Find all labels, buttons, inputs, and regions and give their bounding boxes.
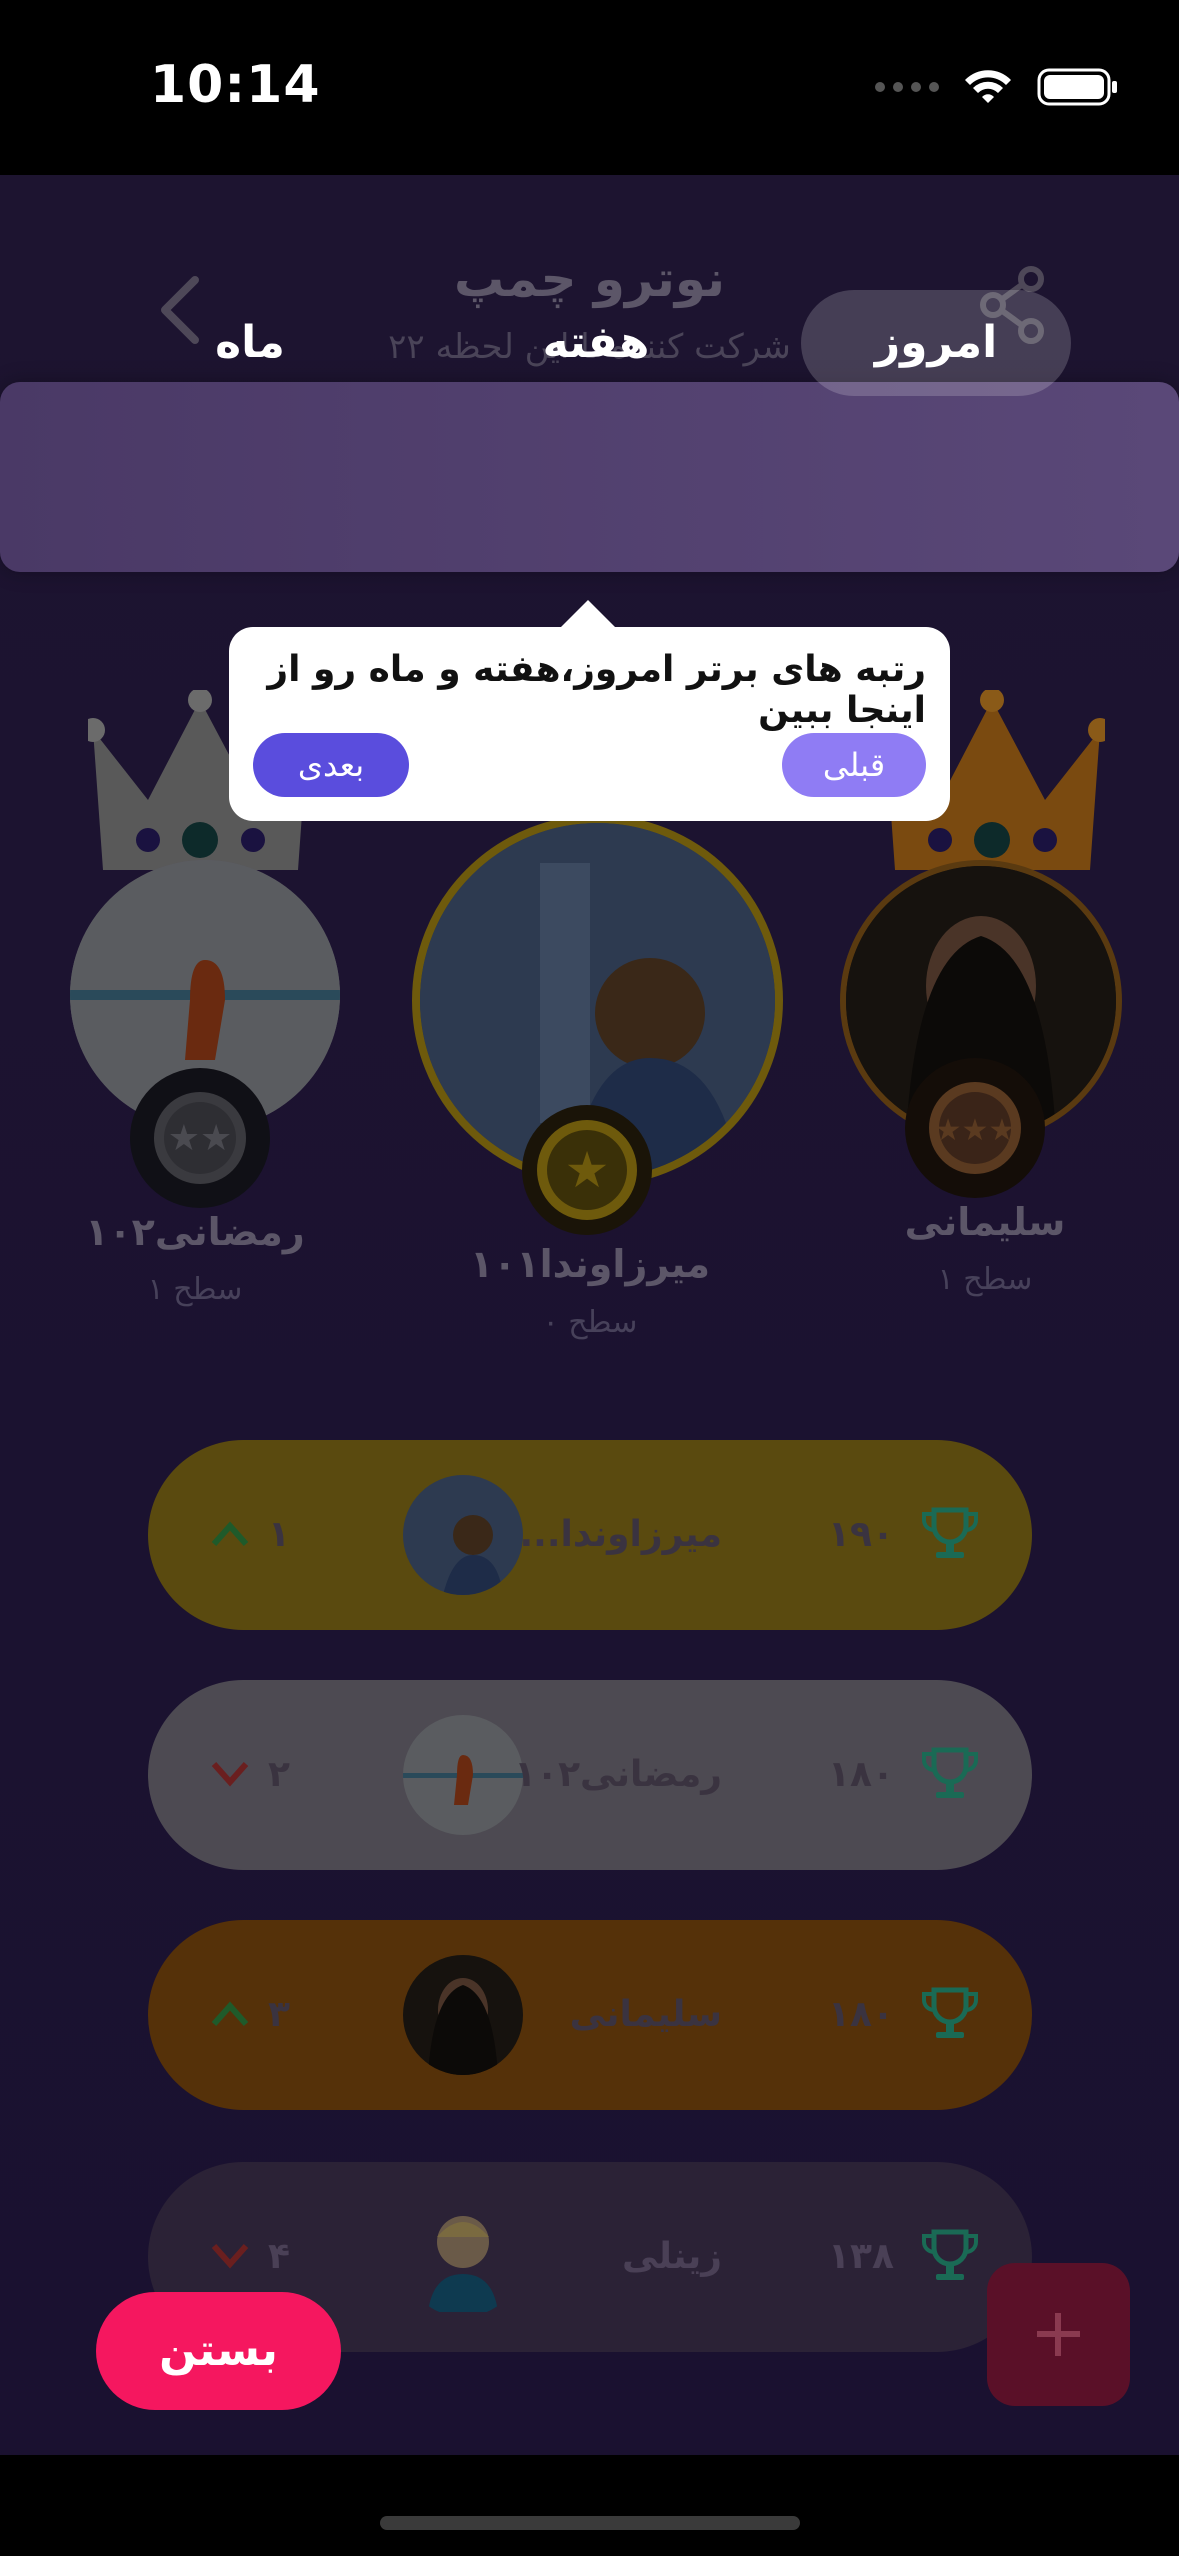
trend-up-icon <box>211 2001 249 2026</box>
trend-down-icon <box>211 2244 249 2269</box>
close-button[interactable]: بستن <box>96 2292 341 2410</box>
plus-icon <box>1037 2313 1080 2356</box>
status-bar: 10:14 <box>0 0 1179 175</box>
rank-1-badge: ★ <box>522 1105 652 1235</box>
wifi-icon <box>965 70 1011 103</box>
row-score: ۱۸۰ <box>828 1754 894 1795</box>
leaderboard-row[interactable]: ۲ رمضانی۱۰۲ ۱۸۰ <box>148 1680 1032 1870</box>
row-name: میرزاوندا... <box>519 1514 723 1555</box>
tab-week[interactable]: هفته <box>461 290 731 396</box>
trend-up-icon <box>211 1521 249 1546</box>
row-rank: ۲ <box>268 1754 290 1795</box>
row-avatar <box>403 1475 523 1595</box>
row-score: ۱۳۸ <box>828 2236 894 2277</box>
rank-2-badge: ★★ <box>130 1068 270 1208</box>
podium-level-3: سطح ۱ <box>937 1262 1033 1297</box>
tooltip-arrow <box>560 600 616 628</box>
svg-text:★★: ★★ <box>168 1118 233 1159</box>
row-name: رمضانی۱۰۲ <box>514 1754 722 1795</box>
signal-icon <box>875 82 939 92</box>
tooltip-prev-button[interactable]: قبلی <box>782 733 926 797</box>
podium-name-3: سلیمانی <box>904 1200 1066 1244</box>
trophy-icon <box>922 1747 978 1798</box>
status-icons <box>875 62 1119 112</box>
svg-text:★: ★ <box>565 1141 610 1199</box>
row-avatar <box>403 2197 523 2317</box>
status-time: 10:14 <box>150 55 321 115</box>
add-fab-button[interactable] <box>987 2263 1130 2406</box>
period-tabs <box>0 382 1179 572</box>
tooltip-next-button[interactable]: بعدی <box>253 733 409 797</box>
trophy-icon <box>922 2229 978 2280</box>
row-avatar <box>403 1955 523 2075</box>
onboarding-tooltip: رتبه های برتر امروز،هفته و ماه رو از این… <box>229 627 950 821</box>
svg-text:★★★: ★★★ <box>935 1113 1016 1148</box>
trophy-icon <box>922 1987 978 2038</box>
row-name: سلیمانی <box>569 1994 722 2035</box>
tab-today[interactable]: امروز <box>801 290 1071 396</box>
row-name: زینلی <box>621 2236 722 2277</box>
podium-name-2: رمضانی۱۰۲ <box>85 1210 305 1254</box>
tab-month[interactable]: ماه <box>115 290 385 396</box>
leaderboard-row[interactable]: ۱ میرزاوندا... ۱۹۰ <box>148 1440 1032 1630</box>
row-score: ۱۹۰ <box>828 1514 894 1555</box>
row-score: ۱۸۰ <box>828 1994 894 2035</box>
trend-down-icon <box>211 1762 249 1787</box>
rank-3-badge: ★★★ <box>905 1058 1045 1198</box>
battery-icon <box>1037 68 1117 106</box>
home-area <box>0 2455 1179 2556</box>
podium-level-1: سطح ۰ <box>542 1305 638 1340</box>
row-avatar <box>403 1715 523 1835</box>
tooltip-text: رتبه های برتر امروز،هفته و ماه رو از این… <box>267 649 926 731</box>
trophy-icon <box>922 1507 978 1558</box>
leaderboard-row[interactable]: ۳ سلیمانی ۱۸۰ <box>148 1920 1032 2110</box>
podium-name-1: میرزاوندا۱۰۱ <box>469 1242 711 1286</box>
home-indicator[interactable] <box>380 2516 800 2530</box>
podium-level-2: سطح ۱ <box>147 1272 243 1307</box>
row-rank: ۳ <box>268 1994 290 2035</box>
row-rank: ۱ <box>268 1514 290 1555</box>
